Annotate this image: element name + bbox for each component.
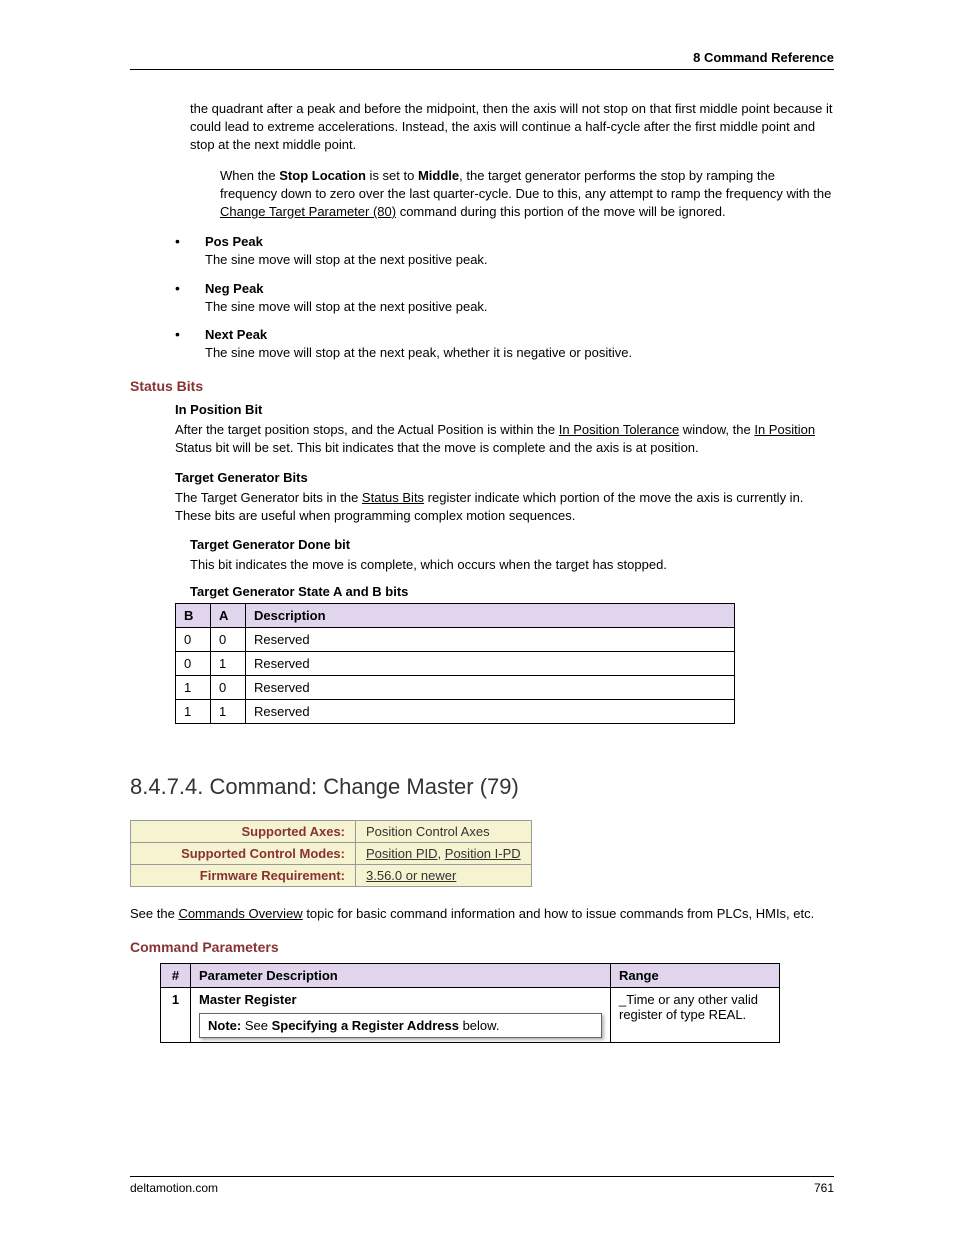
- text: See: [245, 1018, 272, 1033]
- command-parameters-heading: Command Parameters: [130, 939, 834, 955]
- col-a: A: [211, 604, 246, 628]
- text: The Target Generator bits in the: [175, 490, 362, 505]
- table-row: 01Reserved: [176, 652, 735, 676]
- item-text: The sine move will stop at the next peak…: [205, 345, 632, 360]
- cell: 1: [176, 700, 211, 724]
- link-in-position-tolerance[interactable]: In Position Tolerance: [559, 422, 679, 437]
- item-title: Neg Peak: [205, 280, 834, 298]
- text: is set to: [366, 168, 418, 183]
- link-commands-overview[interactable]: Commands Overview: [178, 906, 302, 921]
- table-row: Supported Control Modes: Position PID, P…: [131, 843, 532, 865]
- state-bits-table: B A Description 00Reserved 01Reserved 10…: [175, 603, 735, 724]
- col-description: Description: [246, 604, 735, 628]
- cell-description: Master Register Note: See Specifying a R…: [191, 988, 611, 1043]
- text: topic for basic command information and …: [303, 906, 815, 921]
- value-control-modes: Position PID, Position I-PD: [356, 843, 532, 865]
- tg-done-heading: Target Generator Done bit: [190, 537, 834, 552]
- text: When the: [220, 168, 279, 183]
- in-position-bit-heading: In Position Bit: [175, 402, 834, 417]
- header-title: 8 Command Reference: [693, 50, 834, 65]
- cell: 0: [176, 628, 211, 652]
- bold-text: Stop Location: [279, 168, 366, 183]
- text: Status bit will be set. This bit indicat…: [175, 440, 699, 455]
- page-header: 8 Command Reference: [130, 50, 834, 70]
- target-generator-bits-heading: Target Generator Bits: [175, 470, 834, 485]
- col-b: B: [176, 604, 211, 628]
- cell: 1: [211, 700, 246, 724]
- tg-done-text: This bit indicates the move is complete,…: [190, 556, 834, 574]
- commands-overview-text: See the Commands Overview topic for basi…: [130, 905, 834, 923]
- item-title: Pos Peak: [205, 233, 834, 251]
- text: After the target position stops, and the…: [175, 422, 559, 437]
- item-text: The sine move will stop at the next posi…: [205, 252, 488, 267]
- bullet-icon: •: [175, 326, 205, 362]
- item-text: The sine move will stop at the next posi…: [205, 299, 488, 314]
- list-item: • Pos Peak The sine move will stop at th…: [175, 233, 834, 269]
- text: 1: [172, 992, 179, 1007]
- link-firmware-version[interactable]: 3.56.0 or newer: [366, 868, 456, 883]
- table-row: 10Reserved: [176, 676, 735, 700]
- table-row: Firmware Requirement: 3.56.0 or newer: [131, 865, 532, 887]
- link-in-position[interactable]: In Position: [754, 422, 815, 437]
- text: window, the: [679, 422, 754, 437]
- stop-location-note: When the Stop Location is set to Middle,…: [220, 167, 834, 222]
- text: ,: [438, 846, 445, 861]
- cell: 0: [176, 652, 211, 676]
- col-number: #: [161, 964, 191, 988]
- tg-state-heading: Target Generator State A and B bits: [190, 584, 834, 599]
- bullet-icon: •: [175, 233, 205, 269]
- list-item: • Neg Peak The sine move will stop at th…: [175, 280, 834, 316]
- cell: Reserved: [246, 700, 735, 724]
- cell: 1: [176, 676, 211, 700]
- text: command during this portion of the move …: [396, 204, 726, 219]
- command-parameters-table: # Parameter Description Range 1 Master R…: [160, 963, 780, 1043]
- text: Position Control Axes: [366, 824, 490, 839]
- target-generator-bits-text: The Target Generator bits in the Status …: [175, 489, 834, 525]
- text: below.: [459, 1018, 499, 1033]
- note-box: Note: See Specifying a Register Address …: [199, 1013, 602, 1038]
- peak-options-list: • Pos Peak The sine move will stop at th…: [175, 233, 834, 362]
- value-supported-axes: Position Control Axes: [356, 821, 532, 843]
- support-info-table: Supported Axes: Position Control Axes Su…: [130, 820, 532, 887]
- cell-range: _Time or any other valid register of typ…: [611, 988, 780, 1043]
- cell: 0: [211, 628, 246, 652]
- section-heading: 8.4.7.4. Command: Change Master (79): [130, 774, 834, 800]
- col-parameter-description: Parameter Description: [191, 964, 611, 988]
- table-row: Supported Axes: Position Control Axes: [131, 821, 532, 843]
- link-position-pid[interactable]: Position PID: [366, 846, 438, 861]
- note-label: Note:: [208, 1018, 245, 1033]
- link-position-ipd[interactable]: Position I-PD: [445, 846, 521, 861]
- link-status-bits[interactable]: Status Bits: [362, 490, 424, 505]
- in-position-bit-text: After the target position stops, and the…: [175, 421, 834, 457]
- item-title: Next Peak: [205, 326, 834, 344]
- list-item: • Next Peak The sine move will stop at t…: [175, 326, 834, 362]
- cell: Reserved: [246, 652, 735, 676]
- param-title: Master Register: [199, 992, 297, 1007]
- label-firmware: Firmware Requirement:: [131, 865, 356, 887]
- footer-site: deltamotion.com: [130, 1181, 218, 1195]
- table-header-row: # Parameter Description Range: [161, 964, 780, 988]
- status-bits-heading: Status Bits: [130, 378, 834, 394]
- col-range: Range: [611, 964, 780, 988]
- page-footer: deltamotion.com 761: [130, 1176, 834, 1195]
- table-row: 1 Master Register Note: See Specifying a…: [161, 988, 780, 1043]
- bullet-icon: •: [175, 280, 205, 316]
- cell: 0: [211, 676, 246, 700]
- table-row: 00Reserved: [176, 628, 735, 652]
- label-control-modes: Supported Control Modes:: [131, 843, 356, 865]
- cell: 1: [211, 652, 246, 676]
- note-bold: Specifying a Register Address: [272, 1018, 459, 1033]
- intro-paragraph: the quadrant after a peak and before the…: [190, 100, 834, 155]
- cell: Reserved: [246, 628, 735, 652]
- bold-text: Middle: [418, 168, 459, 183]
- value-firmware: 3.56.0 or newer: [356, 865, 532, 887]
- label-supported-axes: Supported Axes:: [131, 821, 356, 843]
- link-change-target-parameter[interactable]: Change Target Parameter (80): [220, 204, 396, 219]
- table-header-row: B A Description: [176, 604, 735, 628]
- text: See the: [130, 906, 178, 921]
- footer-page-number: 761: [814, 1181, 834, 1195]
- cell: Reserved: [246, 676, 735, 700]
- cell-number: 1: [161, 988, 191, 1043]
- table-row: 11Reserved: [176, 700, 735, 724]
